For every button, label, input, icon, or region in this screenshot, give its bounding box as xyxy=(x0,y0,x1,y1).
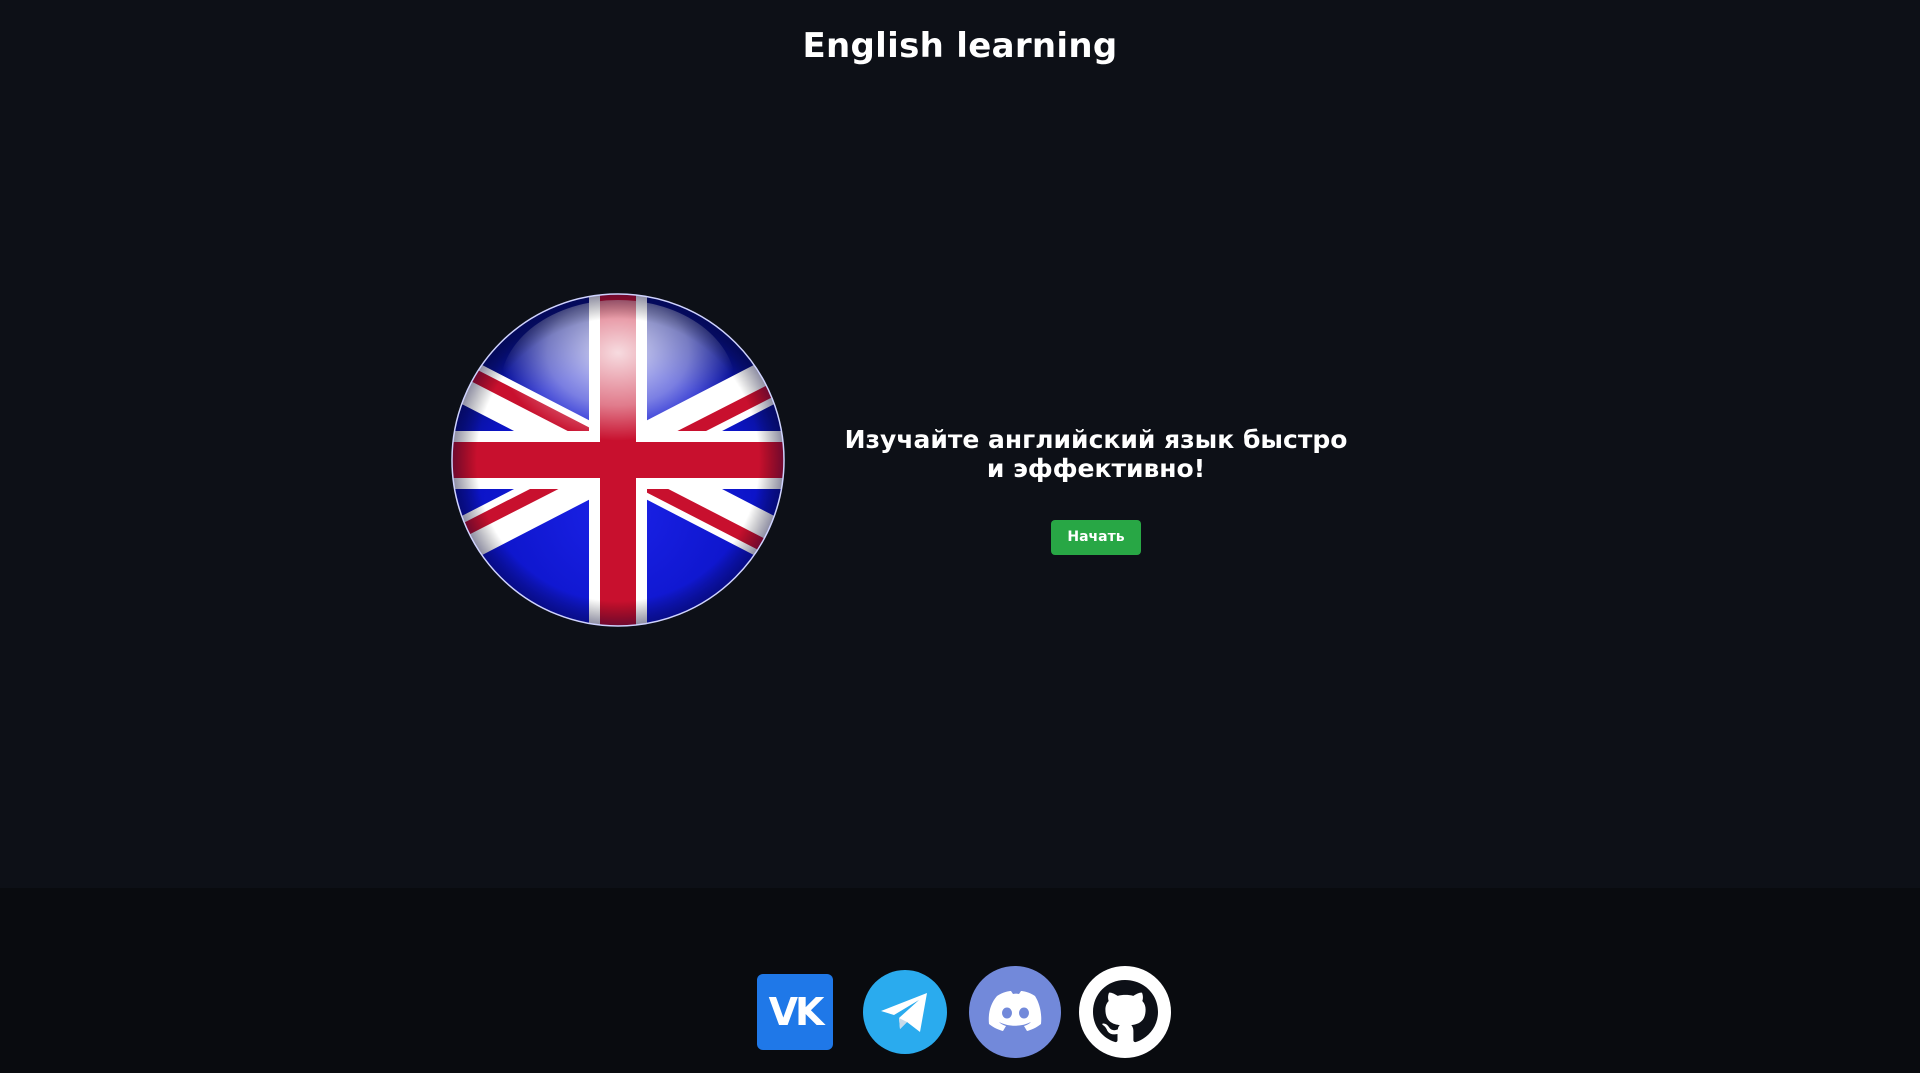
hero-text: Изучайте английский язык быстро и эффект… xyxy=(826,425,1366,555)
header: English learning xyxy=(0,0,1920,66)
page: English learning Изучайте английский язы… xyxy=(0,0,1920,1073)
tagline: Изучайте английский язык быстро и эффект… xyxy=(826,425,1366,483)
vk-icon: VK xyxy=(757,974,833,1050)
svg-text:VK: VK xyxy=(769,990,826,1034)
social-links: VK xyxy=(0,962,1920,1062)
tagline-line-1: Изучайте английский язык быстро xyxy=(844,425,1348,454)
hero-section: Изучайте английский язык быстро и эффект… xyxy=(0,290,1920,630)
vk-link[interactable]: VK xyxy=(740,962,850,1062)
app-title: English learning xyxy=(802,26,1118,66)
footer: VK xyxy=(0,888,1920,1073)
telegram-icon xyxy=(863,970,947,1054)
uk-flag-icon xyxy=(451,293,785,627)
github-link[interactable] xyxy=(1070,962,1180,1062)
discord-icon xyxy=(969,966,1061,1058)
github-icon xyxy=(1079,966,1171,1058)
start-button[interactable]: Начать xyxy=(1051,520,1141,555)
telegram-link[interactable] xyxy=(850,962,960,1062)
discord-link[interactable] xyxy=(960,962,1070,1062)
tagline-line-2: и эффективно! xyxy=(986,454,1206,483)
